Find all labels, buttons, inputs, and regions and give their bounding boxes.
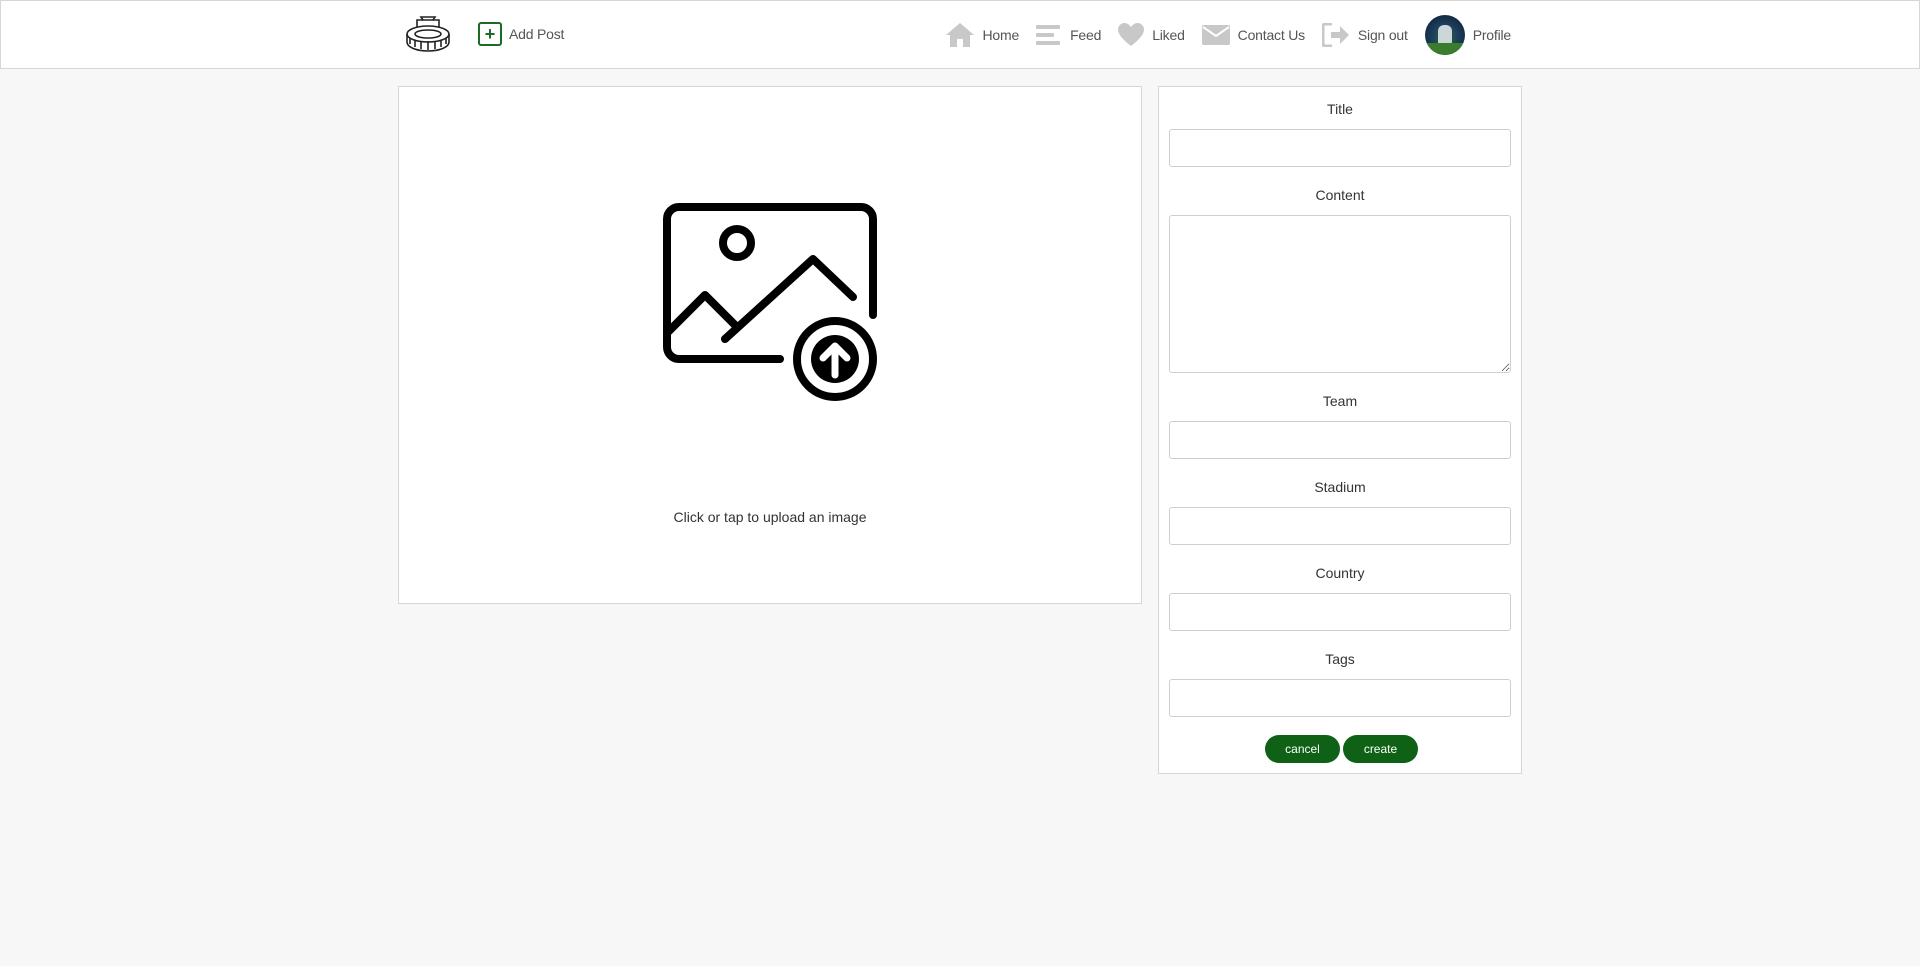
nav-item-home-label: Home: [982, 27, 1020, 43]
nav-item-sign-out-label: Sign out: [1357, 27, 1408, 43]
plus-square-icon: +: [478, 22, 502, 46]
menu-lines-icon: [1036, 25, 1061, 45]
title-label: Title: [1327, 101, 1353, 117]
nav-item-profile[interactable]: Profile: [1424, 15, 1511, 55]
nav-item-liked[interactable]: Liked: [1118, 23, 1185, 47]
create-button[interactable]: create: [1343, 735, 1418, 763]
add-post-button[interactable]: + Add Post: [478, 22, 564, 46]
avatar: [1424, 15, 1465, 55]
add-post-label: Add Post: [509, 26, 565, 42]
home-icon: [945, 23, 974, 47]
title-input[interactable]: [1169, 129, 1511, 167]
stadium-logo-icon[interactable]: [405, 14, 451, 54]
heart-icon: [1118, 23, 1145, 46]
image-upload-dropzone[interactable]: Click or tap to upload an image: [398, 86, 1142, 604]
envelope-icon: [1201, 25, 1230, 45]
country-input[interactable]: [1169, 593, 1511, 631]
nav-item-contact-label: Contact Us: [1237, 27, 1305, 43]
content-textarea[interactable]: [1169, 215, 1511, 373]
nav-item-liked-label: Liked: [1152, 27, 1185, 43]
nav-item-sign-out[interactable]: Sign out: [1321, 23, 1408, 47]
top-navbar: + Add Post Home Feed Liked Contact Us Si…: [0, 0, 1920, 69]
create-post-form: Title Content Team Stadium Country Tags …: [1158, 86, 1522, 774]
cancel-button[interactable]: cancel: [1265, 735, 1340, 763]
tags-label: Tags: [1325, 651, 1355, 667]
country-label: Country: [1315, 565, 1365, 581]
main-nav: Home Feed Liked Contact Us Sign out Prof…: [945, 15, 1511, 55]
content-label: Content: [1315, 187, 1365, 203]
sign-out-icon: [1321, 23, 1349, 47]
nav-item-feed[interactable]: Feed: [1036, 24, 1101, 46]
nav-item-feed-label: Feed: [1070, 27, 1102, 43]
stadium-label: Stadium: [1314, 479, 1366, 495]
upload-hint-text: Click or tap to upload an image: [673, 509, 867, 525]
stadium-input[interactable]: [1169, 507, 1511, 545]
image-upload-icon: [663, 203, 877, 401]
nav-item-contact[interactable]: Contact Us: [1201, 24, 1305, 46]
team-label: Team: [1322, 393, 1358, 409]
team-input[interactable]: [1169, 421, 1511, 459]
nav-item-profile-label: Profile: [1472, 27, 1511, 43]
tags-input[interactable]: [1169, 679, 1511, 717]
nav-item-home[interactable]: Home: [945, 22, 1020, 48]
